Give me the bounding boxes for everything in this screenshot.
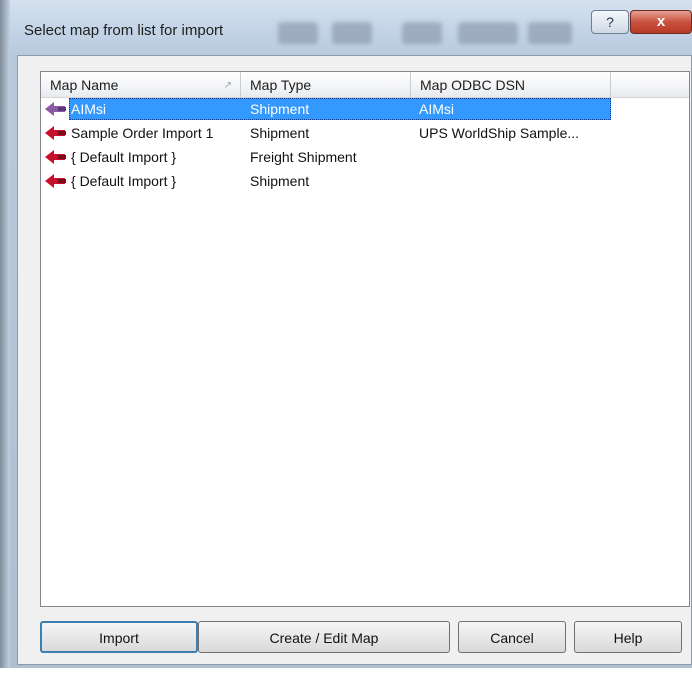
map-dsn-cell [419,145,614,169]
blurred-toolbar-background [528,22,572,44]
blurred-toolbar-background [332,22,372,44]
sort-ascending-icon: ↗ [223,80,232,91]
help-title-button[interactable]: ? [591,10,629,34]
map-type-cell: Shipment [250,125,310,141]
list-body: AIMsi Shipment AIMsi Sample Order Import… [41,97,689,193]
title-bar[interactable]: Select map from list for import ? x [10,0,692,60]
list-row-aimsi[interactable]: AIMsi Shipment AIMsi [41,97,689,121]
blurred-toolbar-background [278,22,318,44]
column-header-label: Map ODBC DSN [420,77,526,93]
window-title: Select map from list for import [24,22,224,39]
list-row-default-import-freight[interactable]: { Default Import } Freight Shipment [41,145,689,169]
blurred-toolbar-background [458,22,518,44]
import-button[interactable]: Import [40,621,198,653]
column-header-map-name[interactable]: Map Name ↗ [41,72,241,97]
create-edit-map-button[interactable]: Create / Edit Map [198,621,450,653]
column-header-map-odbc-dsn[interactable]: Map ODBC DSN [411,72,611,97]
dialog-client-area: Map Name ↗ Map Type Map ODBC DSN AIMsi S… [17,55,692,665]
map-arrow-icon [45,174,66,188]
map-dsn-cell [419,169,614,193]
map-arrow-icon [45,150,66,164]
map-name-cell: { Default Import } [71,173,177,189]
blurred-toolbar-background [402,22,442,44]
column-header-map-type[interactable]: Map Type [241,72,411,97]
map-dsn-cell: UPS WorldShip Sample... [419,125,580,141]
list-row-sample-order-import[interactable]: Sample Order Import 1 Shipment UPS World… [41,121,689,145]
map-name-cell: { Default Import } [71,149,177,165]
map-arrow-icon [45,102,66,116]
column-header-label: Map Type [250,77,312,93]
map-name-cell: Sample Order Import 1 [71,125,214,141]
column-header-label: Map Name [50,77,119,93]
map-type-cell: Freight Shipment [250,149,357,165]
close-button[interactable]: x [630,10,692,34]
list-row-default-import-shipment[interactable]: { Default Import } Shipment [41,169,689,193]
map-dsn-cell: AIMsi [419,101,454,117]
map-type-cell: Shipment [250,101,310,117]
cancel-button[interactable]: Cancel [458,621,566,653]
map-arrow-icon [45,126,66,140]
list-header: Map Name ↗ Map Type Map ODBC DSN [41,72,689,98]
map-name-cell: AIMsi [71,101,106,117]
help-button[interactable]: Help [574,621,682,653]
window-left-edge [0,0,10,668]
button-bar: Import Create / Edit Map Cancel Help [40,621,690,655]
map-list[interactable]: Map Name ↗ Map Type Map ODBC DSN AIMsi S… [40,71,690,607]
map-type-cell: Shipment [250,173,310,189]
